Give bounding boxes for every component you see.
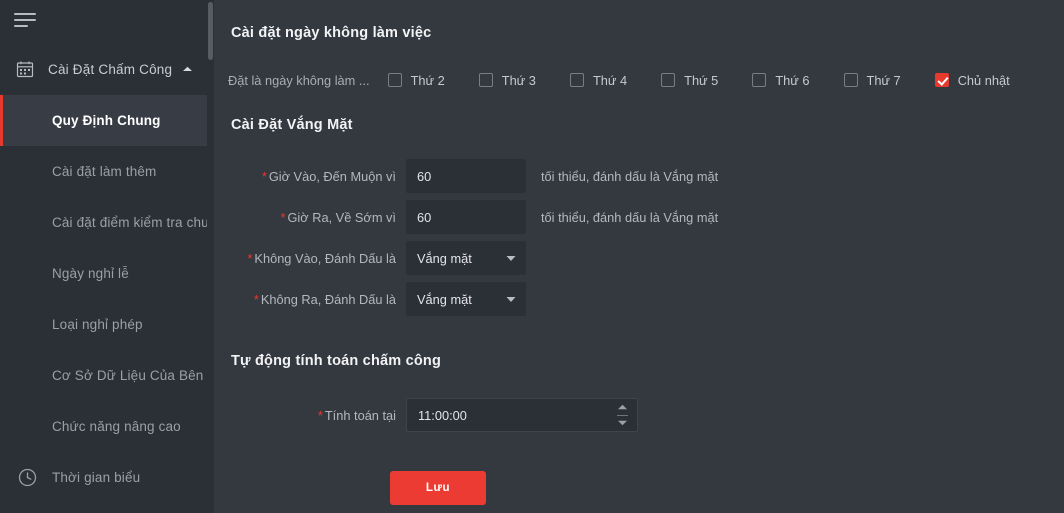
sidebar-item-loai-nghi-phep[interactable]: Loại nghỉ phép [0,299,207,350]
label-no-checkout: * Không Ra, Đánh Dấu là [214,292,406,307]
form-row-late: *Giờ Vào, Đến Muộn vì tối thiểu, đánh dấ… [214,159,718,193]
select-value: Vắng mặt [417,250,472,266]
label-auto-calc: * Tính toán tại [214,408,406,423]
section-title-auto-calculate: Tự động tính toán chấm công [231,353,442,369]
sidebar: Cài Đặt Chấm Công Quy Định Chung Cài đặt… [0,0,214,513]
form-row-no-checkin: * Không Vào, Đánh Dấu là Vắng mặt [214,241,526,275]
select-value: Vắng mặt [417,291,472,307]
time-input-wrapper [406,398,638,432]
sidebar-scrollbar-thumb[interactable] [208,2,213,60]
section-title-absence: Cài Đặt Vắng Mặt [231,117,353,133]
checkbox-label: Thứ 4 [592,72,628,88]
select-no-checkout-status[interactable]: Vắng mặt [406,282,526,316]
sidebar-item-diem-kiem-tra[interactable]: Cài đặt điểm kiểm tra chu... [0,197,207,248]
spinner-divider [617,414,628,416]
app-window: Cài Đặt Chấm Công Quy Định Chung Cài đặt… [0,0,1064,513]
save-button[interactable]: Lưu [390,471,486,505]
sidebar-group-label: Cài Đặt Chấm Công [48,61,173,77]
chevron-down-icon[interactable] [506,253,516,263]
label-early-text: Giờ Ra, Về Sớm vì [287,209,396,225]
label-late: * Giờ Vào, Đến Muộn vì [214,169,406,184]
input-early-minutes[interactable] [406,200,526,234]
chevron-up-icon[interactable] [181,63,193,75]
sidebar-item-label: Cài đặt điểm kiểm tra chu... [52,215,207,230]
checkbox-label: Thứ 3 [501,72,536,88]
required-marker: * [261,168,267,184]
checkbox-thu-2[interactable]: Thứ 2 [387,72,445,88]
sidebar-item-ngay-nghi-le[interactable]: Ngày nghỉ lễ [0,248,207,299]
hamburger-line [14,19,36,21]
label-no-checkin: * Không Vào, Đánh Dấu là [214,251,406,266]
nonworking-days-lead-label: Đặt là ngày không làm ... [228,72,370,88]
sidebar-item-chuc-nang-nang-cao[interactable]: Chức năng nâng cao [0,401,207,452]
form-row-auto-calc-time: * Tính toán tại [214,398,638,432]
sidebar-item-quy-dinh-chung[interactable]: Quy Định Chung [0,95,207,146]
sidebar-item-label: Ngày nghỉ lễ [52,266,129,281]
label-no-checkout-text: Không Ra, Đánh Dấu là [260,291,396,307]
checkbox-thu-7[interactable]: Thứ 7 [843,72,901,88]
nonworking-days-row: Đặt là ngày không làm ... Thứ 2 Thứ 3 Th… [228,70,1010,90]
main-content: Cài đặt ngày không làm việc Đặt là ngày … [214,0,1064,513]
checkbox-label: Thứ 5 [684,72,719,88]
spinner-down-icon [618,420,627,426]
suffix-early: tối thiểu, đánh dấu là Vắng mặt [541,209,719,225]
sidebar-item-label: Cơ Sở Dữ Liệu Của Bên Th... [52,368,207,383]
sidebar-nav-list: Quy Định Chung Cài đặt làm thêm Cài đặt … [0,95,207,503]
form-row-early: *Giờ Ra, Về Sớm vì tối thiểu, đánh dấu l… [214,200,718,234]
sidebar-item-label: Chức năng nâng cao [52,419,181,434]
sidebar-item-cai-dat-lam-them[interactable]: Cài đặt làm thêm [0,146,207,197]
checkbox-box[interactable] [752,73,767,87]
checkbox-box[interactable] [661,73,676,87]
sidebar-item-label: Cài đặt làm thêm [52,164,157,179]
label-late-text: Giờ Vào, Đến Muộn vì [268,168,396,184]
checkbox-thu-6[interactable]: Thứ 6 [752,72,810,88]
time-spinner[interactable] [617,404,628,426]
sidebar-scrollbar[interactable] [207,0,214,513]
label-no-checkin-text: Không Vào, Đánh Dấu là [254,250,396,266]
form-row-no-checkout: * Không Ra, Đánh Dấu là Vắng mặt [214,282,526,316]
clock-icon [17,468,37,488]
suffix-late: tối thiểu, đánh dấu là Vắng mặt [541,168,719,184]
checkbox-chu-nhat[interactable]: Chủ nhật [934,72,1010,88]
checkbox-box[interactable] [843,73,858,87]
checkbox-label: Thứ 7 [866,72,901,88]
sidebar-item-label: Quy Định Chung [52,113,161,128]
select-no-checkin-status[interactable]: Vắng mặt [406,241,526,275]
hamburger-line [14,25,28,27]
sidebar-item-label: Loại nghỉ phép [52,317,143,332]
checkbox-box[interactable] [478,73,493,87]
input-late-minutes[interactable] [406,159,526,193]
required-marker: * [280,209,286,225]
checkbox-label: Thứ 2 [410,72,445,88]
checkbox-label: Chủ nhật [957,72,1010,88]
hamburger-line [14,13,36,15]
sidebar-item-co-so-du-lieu[interactable]: Cơ Sở Dữ Liệu Của Bên Th... [0,350,207,401]
checkbox-thu-3[interactable]: Thứ 3 [478,72,536,88]
chevron-down-icon[interactable] [506,294,516,304]
checkbox-box[interactable] [569,73,584,87]
hamburger-icon[interactable] [14,10,40,32]
section-title-nonworking-days: Cài đặt ngày không làm việc [231,25,432,41]
checkbox-thu-4[interactable]: Thứ 4 [569,72,628,88]
sidebar-group-attendance-settings[interactable]: Cài Đặt Chấm Công [0,48,207,90]
required-marker: * [247,250,253,266]
checkbox-label: Thứ 6 [775,72,810,88]
calendar-icon [14,58,36,80]
required-marker: * [317,407,323,423]
sidebar-item-thoi-gian-bieu[interactable]: Thời gian biểu [0,452,207,503]
checkbox-thu-5[interactable]: Thứ 5 [661,73,718,88]
label-early: * Giờ Ra, Về Sớm vì [214,210,406,225]
spinner-up-icon [618,404,627,410]
required-marker: * [253,291,259,307]
input-auto-calc-time[interactable] [407,399,607,431]
label-auto-calc-text: Tính toán tại [324,407,396,423]
checkbox-box[interactable] [387,73,402,87]
sidebar-item-label: Thời gian biểu [52,470,141,485]
checkbox-box[interactable] [934,73,949,87]
